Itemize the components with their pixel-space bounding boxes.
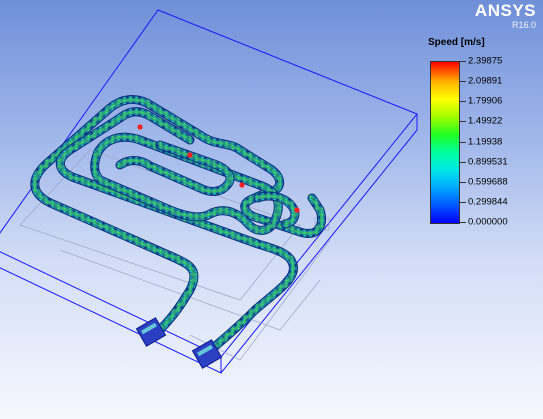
legend-title: Speed [m/s] bbox=[428, 37, 485, 48]
legend-tick-label: 1.49922 bbox=[468, 115, 503, 127]
legend-tick bbox=[460, 61, 466, 62]
3d-viewport[interactable]: ANSYS R16.0 Speed [m/s] 2.39875 2.09891 1.… bbox=[0, 0, 543, 419]
legend-tick bbox=[460, 181, 466, 183]
hot-spot-marker bbox=[137, 124, 143, 130]
simulation-scene[interactable] bbox=[0, 0, 543, 419]
legend-tick bbox=[460, 201, 466, 203]
legend-tick-label: 0.000000 bbox=[468, 216, 508, 228]
hot-spot-marker bbox=[187, 152, 193, 158]
legend-tick-label: 2.09891 bbox=[468, 75, 503, 87]
legend-tick bbox=[460, 121, 466, 123]
legend-tick bbox=[460, 161, 466, 163]
hot-spot-marker bbox=[239, 182, 245, 188]
brand-version: R16.0 bbox=[511, 20, 536, 30]
color-legend[interactable]: Speed [m/s] 2.39875 2.09891 1.79906 1.49922… bbox=[428, 37, 508, 228]
legend-tick-label: 1.79906 bbox=[468, 95, 503, 107]
legend-colorbar bbox=[430, 61, 460, 224]
legend-tick bbox=[460, 141, 466, 143]
ansys-logo: ANSYS R16.0 bbox=[475, 2, 536, 30]
legend-tick bbox=[460, 81, 466, 83]
legend-tick-label: 2.39875 bbox=[468, 55, 503, 67]
hot-spot-marker bbox=[294, 207, 300, 213]
legend-tick bbox=[460, 222, 466, 223]
legend-tick-label: 0.299844 bbox=[468, 196, 508, 208]
legend-tick-label: 0.899531 bbox=[468, 156, 508, 168]
brand-name: ANSYS bbox=[474, 1, 536, 20]
legend-tick bbox=[460, 101, 466, 103]
cooling-channels[interactable] bbox=[30, 95, 327, 360]
domain-top-face bbox=[0, 9, 418, 358]
legend-tick-label: 0.599688 bbox=[468, 176, 508, 188]
legend-tick-label: 1.19938 bbox=[468, 136, 503, 147]
